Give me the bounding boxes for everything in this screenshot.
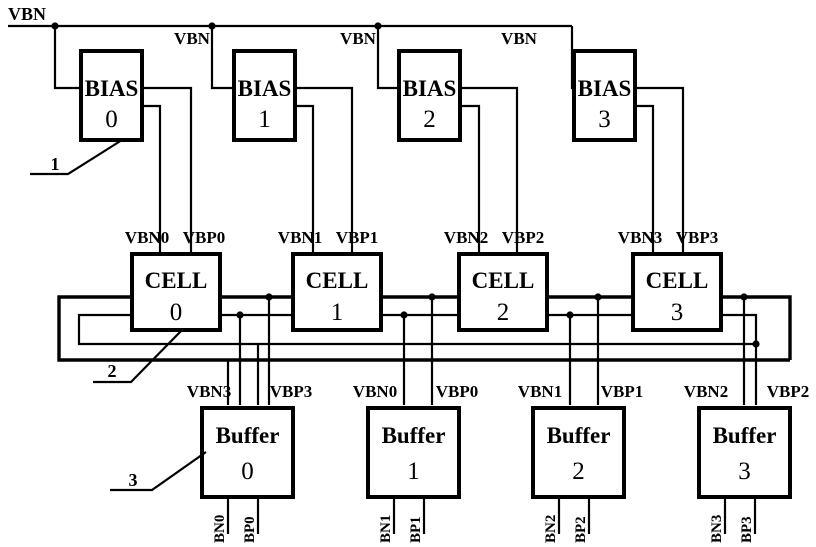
buffer-3-name: Buffer xyxy=(713,423,777,448)
cell-2-name: CELL xyxy=(472,268,535,293)
bias-1-index: 1 xyxy=(258,106,271,133)
bias-0-name: BIAS xyxy=(85,76,139,101)
cell-block-2[interactable]: CELL 2 xyxy=(457,252,549,332)
cell-2-index: 2 xyxy=(497,299,510,326)
bias0-out-p-route xyxy=(142,86,193,231)
junction-dot-cell3-upper xyxy=(740,293,748,301)
buffer-3-index: 3 xyxy=(738,458,751,485)
label-cell2-in-n: VBN2 xyxy=(444,228,488,247)
label-buffer3-out-n: BN3 xyxy=(709,515,725,543)
buffer-block-1[interactable]: Buffer 1 xyxy=(366,406,461,499)
label-buffer1-out-n: BN1 xyxy=(378,515,394,543)
cell-3-index: 3 xyxy=(671,299,684,326)
label-buffer0-out-p: BP0 xyxy=(242,516,258,543)
buffer-block-3[interactable]: Buffer 3 xyxy=(697,406,792,499)
cell-block-3[interactable]: CELL 3 xyxy=(631,252,723,332)
buffer-block-0[interactable]: Buffer 0 xyxy=(200,406,295,499)
buffer-0-name: Buffer xyxy=(216,423,280,448)
buffer-block-2[interactable]: Buffer 2 xyxy=(531,406,626,499)
bias-3-index: 3 xyxy=(598,106,611,133)
ref-3-text: 3 xyxy=(129,470,138,490)
label-buffer2-in-p: VBP1 xyxy=(601,382,644,401)
reference-numeral-2: 2 xyxy=(93,329,183,384)
bias-2-name: BIAS xyxy=(403,76,457,101)
label-buffer1-in-n: VBN0 xyxy=(353,382,397,401)
label-buffer0-in-n: VBN3 xyxy=(187,382,231,401)
cell-1-index: 1 xyxy=(331,299,344,326)
cell-1-name: CELL xyxy=(306,268,369,293)
ref-1-text: 1 xyxy=(51,154,60,174)
cell-block-1[interactable]: CELL 1 xyxy=(291,252,383,332)
junction-dot-cell2-upper xyxy=(594,293,602,301)
label-cell3-in-n: VBN3 xyxy=(618,228,662,247)
label-buffer3-out-p: BP3 xyxy=(739,516,755,543)
bias-block-1[interactable]: BIAS 1 xyxy=(232,49,297,142)
label-cell0-in-p: VBP0 xyxy=(183,228,226,247)
ref-2-text: 2 xyxy=(108,361,117,381)
label-cell2-in-p: VBP2 xyxy=(502,228,545,247)
label-buffer0-out-n: BN0 xyxy=(212,515,228,543)
cell-3-name: CELL xyxy=(646,268,709,293)
buffer-0-index: 0 xyxy=(241,458,254,485)
buffer-1-index: 1 xyxy=(407,458,420,485)
label-cell1-in-n: VBN1 xyxy=(278,228,322,247)
bias-3-name: BIAS xyxy=(578,76,632,101)
bias1-out-p-route xyxy=(295,86,354,231)
bias3-out-n-route xyxy=(635,104,655,231)
junction-dot-cell0-lower xyxy=(236,311,244,319)
junction-dot-cell1-lower xyxy=(400,311,408,319)
junction-dot-cell2-lower xyxy=(566,311,574,319)
bias-0-index: 0 xyxy=(105,106,118,133)
vbn-drop-bias0 xyxy=(53,26,81,90)
bias-block-0[interactable]: BIAS 0 xyxy=(79,49,144,142)
label-buffer0-in-p: VBP3 xyxy=(270,382,313,401)
junction-dot-cell0-upper xyxy=(265,293,273,301)
reference-numeral-1: 1 xyxy=(30,139,123,176)
junction-dot-cell1-upper xyxy=(428,293,436,301)
bias1-out-n-route xyxy=(295,104,315,231)
label-buffer3-in-p: VBP2 xyxy=(767,382,810,401)
buffer-2-index: 2 xyxy=(572,458,585,485)
label-vbn-tap-2: VBN xyxy=(340,29,377,48)
label-buffer2-out-n: BN2 xyxy=(543,515,559,543)
label-buffer2-out-p: BP2 xyxy=(573,516,589,543)
label-vbn-main: VBN xyxy=(8,4,46,24)
schematic-svg: VBN VBN VBN VBN BIAS 0 BIAS 1 BIAS 2 BIA… xyxy=(8,4,810,543)
buffer-output-stubs xyxy=(226,497,757,534)
label-buffer1-in-p: VBP0 xyxy=(436,382,479,401)
vbn-drop-bias1 xyxy=(210,26,234,90)
junction-dot-vbn0 xyxy=(51,22,59,30)
circuit-diagram-canvas: VBN VBN VBN VBN BIAS 0 BIAS 1 BIAS 2 BIA… xyxy=(0,0,816,547)
buffer-2-name: Buffer xyxy=(547,423,611,448)
cell-block-0[interactable]: CELL 0 xyxy=(130,252,222,332)
bias-1-name: BIAS xyxy=(238,76,292,101)
ring-cell3-lower-return xyxy=(721,313,758,344)
bias-block-3[interactable]: BIAS 3 xyxy=(572,49,637,142)
reference-numeral-3: 3 xyxy=(110,451,207,492)
bias0-out-n-route xyxy=(142,104,162,231)
label-buffer3-in-n: VBN2 xyxy=(684,382,728,401)
bias-block-2[interactable]: BIAS 2 xyxy=(397,49,462,142)
ref-2-leader xyxy=(93,329,183,384)
cell-0-index: 0 xyxy=(170,299,183,326)
ref-3-leader xyxy=(110,451,207,492)
vbn-drop-bias2 xyxy=(376,26,399,90)
label-buffer2-in-n: VBN1 xyxy=(518,382,562,401)
cell-0-name: CELL xyxy=(145,268,208,293)
bias2-out-n-route xyxy=(460,104,481,231)
label-buffer1-out-p: BP1 xyxy=(408,516,424,543)
bias3-out-p-route xyxy=(635,86,685,231)
label-cell0-in-n: VBN0 xyxy=(125,228,169,247)
ref-1-leader xyxy=(30,139,123,176)
buffer-1-name: Buffer xyxy=(382,423,446,448)
label-vbn-tap-1: VBN xyxy=(174,29,211,48)
label-vbn-tap-3: VBN xyxy=(501,29,538,48)
bias2-out-p-route xyxy=(460,86,519,231)
bias-2-index: 2 xyxy=(423,106,436,133)
label-cell1-in-p: VBP1 xyxy=(336,228,379,247)
